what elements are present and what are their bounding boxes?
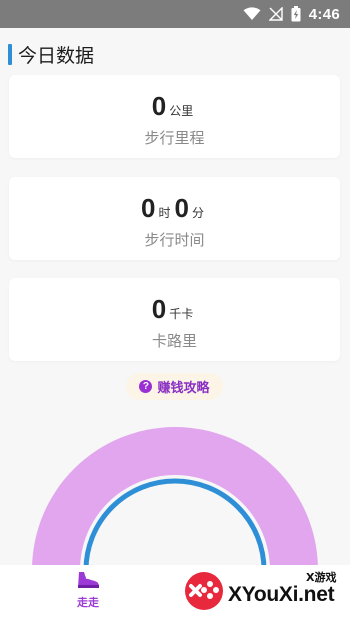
walk-time-label: 步行时间 bbox=[144, 231, 205, 249]
status-time: 4:46 bbox=[308, 5, 340, 23]
signal-off-icon bbox=[268, 7, 283, 21]
distance-value-line: 0 公里 bbox=[9, 91, 340, 122]
wifi-icon bbox=[243, 7, 261, 20]
earn-guide-button[interactable]: ? 赚钱攻略 bbox=[126, 373, 223, 400]
nav-item-walk-label: 走走 bbox=[77, 596, 99, 609]
distance-unit: 公里 bbox=[169, 104, 194, 118]
nav-item-walk[interactable]: 走走 bbox=[53, 569, 123, 619]
shoe-icon bbox=[78, 572, 99, 588]
walk-time-card: 0 时 0 分 步行时间 bbox=[9, 177, 340, 260]
walk-time-value-line: 0 时 0 分 bbox=[9, 193, 340, 224]
question-icon: ? bbox=[139, 380, 153, 393]
calories-unit: 千卡 bbox=[169, 307, 194, 321]
section-title: 今日数据 bbox=[18, 44, 95, 67]
distance-label: 步行里程 bbox=[144, 129, 205, 147]
watermark-text: XYouXi.net bbox=[228, 583, 335, 606]
walk-hours-unit: 时 bbox=[158, 206, 171, 220]
walk-minutes-unit: 分 bbox=[191, 206, 204, 220]
distance-value: 0 bbox=[151, 91, 167, 121]
calories-card: 0 千卡 卡路里 bbox=[9, 278, 340, 361]
battery-charging-icon bbox=[291, 6, 301, 22]
calories-label: 卡路里 bbox=[151, 332, 197, 350]
section-accent-bar bbox=[8, 43, 12, 65]
earn-guide-label: 赚钱攻略 bbox=[157, 381, 210, 396]
gauge-outer-ring bbox=[32, 427, 318, 570]
gamepad-logo-icon bbox=[185, 572, 223, 610]
section-header: 今日数据 bbox=[8, 41, 94, 67]
walk-minutes-value: 0 bbox=[174, 193, 189, 223]
watermark: X游戏 XYouXi.net bbox=[178, 565, 350, 622]
step-gauge bbox=[32, 427, 318, 571]
distance-card: 0 公里 步行里程 bbox=[9, 75, 340, 158]
status-bar: 4:46 bbox=[0, 0, 350, 28]
walk-hours-value: 0 bbox=[141, 193, 156, 223]
calories-value-line: 0 千卡 bbox=[9, 294, 340, 325]
calories-value: 0 bbox=[151, 294, 167, 324]
